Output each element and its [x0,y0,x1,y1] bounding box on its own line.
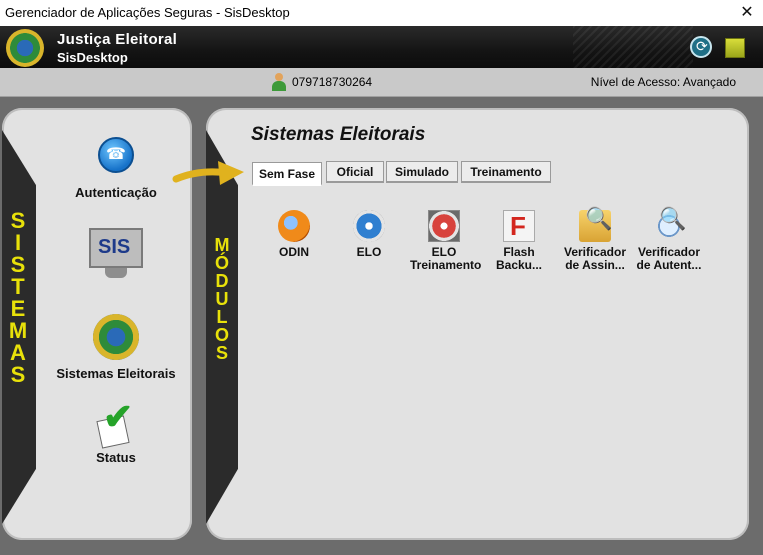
sidebar-item-sistemas-eleitorais[interactable]: Sistemas Eleitorais [46,314,186,381]
module-label: ODIN [279,245,309,259]
seal-icon [93,314,139,360]
strip-letter: D [215,271,229,291]
module-label-line2: de Assin... [565,258,625,272]
phone-icon: ☎ [98,137,134,173]
minimize-button[interactable] [725,38,745,58]
sidebar-item-autenticacao[interactable]: ☎ Autenticação [46,137,186,200]
refresh-icon: ⟳ [696,38,708,54]
strip-letter: Ó [214,253,229,273]
verificador-assinatura-icon: 🔍 [579,208,612,242]
strip-letter: S [10,252,26,277]
header-decoration [573,26,693,68]
strip-letter: T [11,274,25,299]
strip-letter: E [10,296,26,321]
strip-letter: M [214,235,230,255]
elo-icon [353,210,385,242]
window-titlebar: Gerenciador de Aplicações Seguras - SisD… [0,0,763,27]
tab-oficial[interactable]: Oficial [326,161,384,183]
header-title: Justiça Eleitoral [57,31,178,48]
window-title: Gerenciador de Aplicações Seguras - SisD… [5,5,290,20]
arrow-icon [172,161,244,185]
tab-treinamento[interactable]: Treinamento [461,161,551,183]
sidebar-strip-label: SISTEMAS [6,210,30,386]
modules-strip-label: MÓDULOS [211,236,233,362]
module-verificador-autenticacao[interactable]: 🔍 Verificador de Autent... [635,208,703,272]
flash-backup-icon: F [503,210,535,242]
sidebar-item-sis[interactable]: SIS [46,228,186,280]
tab-simulado[interactable]: Simulado [386,161,458,183]
strip-letter: U [215,289,229,309]
module-elo-treinamento[interactable]: ELO Treinamento [410,210,482,272]
sidebar-item-status[interactable]: ✔ Status [46,396,186,465]
page-title: Sistemas Eleitorais [251,124,426,145]
strip-letter: L [216,307,228,327]
strip-letter: I [14,230,22,255]
info-bar: 079718730264 Nível de Acesso: Avançado [0,68,763,97]
sidebar-item-label: Status [96,450,136,465]
odin-icon [278,210,310,242]
module-label-line2: Treinamento [410,258,482,272]
verificador-autenticacao-icon: 🔍 [653,208,686,242]
strip-letter: A [10,340,26,365]
module-flash-backup[interactable]: F Flash Backu... [485,210,553,272]
strip-letter: M [8,318,28,343]
close-icon[interactable]: ✕ [737,3,757,23]
module-label-line2: de Autent... [636,258,702,272]
sidebar-item-label: Autenticação [75,185,157,200]
strip-letter: S [10,362,26,387]
sis-icon-text: SIS [98,236,131,258]
sidebar-item-label: Sistemas Eleitorais [56,366,176,381]
access-level: Nível de Acesso: Avançado [590,75,736,89]
strip-letter: S [215,343,228,363]
module-label-line2: Backu... [495,258,543,272]
strip-letter: O [214,325,229,345]
refresh-button[interactable]: ⟳ [690,36,712,58]
app-header: Justiça Eleitoral SisDesktop [0,26,763,68]
user-icon [270,73,288,91]
sis-monitor-icon: SIS [87,228,145,280]
module-odin[interactable]: ODIN [260,210,328,259]
user-id: 079718730264 [292,75,373,89]
strip-letter: S [10,208,26,233]
elo-treinamento-icon [428,210,460,242]
module-verificador-assinatura[interactable]: 🔍 Verificador de Assin... [561,208,629,272]
check-icon: ✔ [93,396,139,449]
tab-sem-fase[interactable]: Sem Fase [252,162,322,186]
module-label: ELO [356,245,382,259]
module-elo[interactable]: ELO [335,210,403,259]
header-subtitle: SisDesktop [57,50,128,65]
coat-of-arms-icon [6,29,44,67]
